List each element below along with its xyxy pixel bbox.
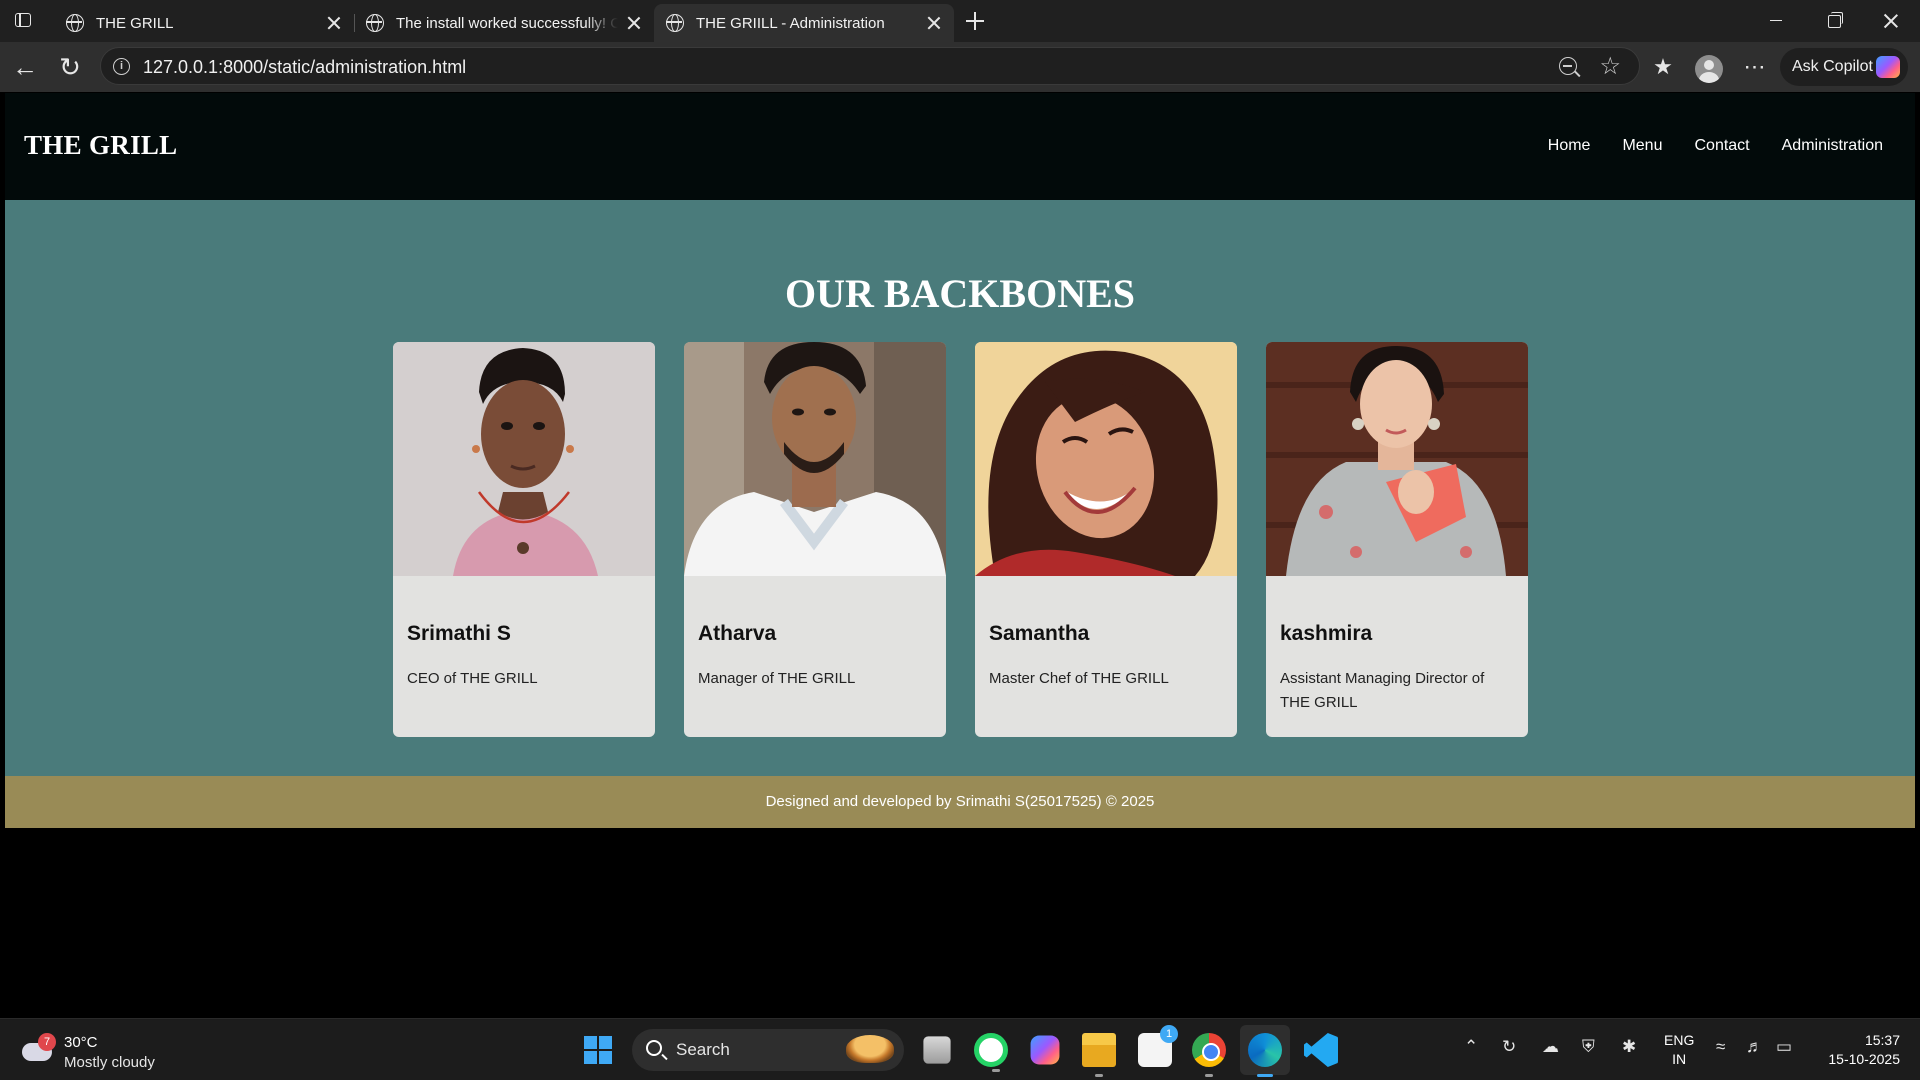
member-photo: [393, 342, 655, 576]
vscode-icon[interactable]: [1304, 1033, 1338, 1067]
site-header: THE GRILL Home Menu Contact Administrati…: [5, 93, 1915, 200]
site-nav: Home Menu Contact Administration: [1548, 137, 1883, 155]
globe-icon: [366, 14, 384, 32]
browser-toolbar: ← ↻ i 127.0.0.1:8000/static/administrati…: [0, 42, 1920, 92]
copilot-icon: [1876, 56, 1900, 78]
search-icon: [646, 1040, 662, 1056]
nav-home[interactable]: Home: [1548, 137, 1591, 155]
member-photo: [684, 342, 946, 576]
member-card: kashmira Assistant Managing Director of …: [1266, 342, 1528, 737]
windows-taskbar: 7 30°C Mostly cloudy Search 1 ⌃ ↻ ☁ ⛨ ✱ …: [0, 1018, 1920, 1080]
copilot-label: Ask Copilot: [1792, 58, 1873, 75]
weather-condition: Mostly cloudy: [64, 1054, 155, 1071]
search-label: Search: [676, 1040, 730, 1059]
clock-time: 15:37: [1864, 1032, 1900, 1048]
member-role: Assistant Managing Director of THE GRILL: [1280, 670, 1485, 711]
member-role: Manager of THE GRILL: [698, 670, 856, 687]
weather-badge: 7: [38, 1033, 56, 1051]
language-code: ENG: [1664, 1032, 1695, 1048]
security-shield-icon[interactable]: ⛨: [1582, 1037, 1595, 1057]
restore-button[interactable]: [1810, 6, 1856, 36]
close-window-button[interactable]: [1868, 6, 1914, 36]
member-photo: [1266, 342, 1528, 576]
site-info-icon[interactable]: i: [113, 58, 130, 75]
microsoft-store-icon[interactable]: 1: [1138, 1025, 1178, 1067]
reload-button[interactable]: ↻: [55, 52, 85, 82]
ask-copilot-button[interactable]: Ask Copilot: [1780, 48, 1908, 86]
show-hidden-icons-icon[interactable]: ⌃: [1464, 1037, 1478, 1057]
tab-title: The install worked successfully! Congrat…: [396, 14, 618, 32]
browser-tab-bar: THE GRILL The install worked successfull…: [0, 0, 1920, 42]
battery-icon[interactable]: ▭: [1776, 1037, 1792, 1057]
language-indicator[interactable]: ENG IN: [1664, 1031, 1694, 1069]
weather-temperature: 30°C: [64, 1034, 98, 1051]
tab-actions-icon[interactable]: [12, 10, 36, 32]
close-tab-icon[interactable]: [326, 15, 342, 31]
taskbar-search[interactable]: Search: [632, 1029, 904, 1071]
task-view-icon[interactable]: [923, 1036, 951, 1064]
bluetooth-icon[interactable]: ✱: [1622, 1037, 1636, 1057]
system-clock[interactable]: 15:37 15-10-2025: [1814, 1031, 1900, 1069]
tab-title: THE GRIILL - Administration: [696, 14, 885, 32]
new-tab-button[interactable]: [962, 8, 988, 34]
file-explorer-icon[interactable]: [1082, 1033, 1116, 1077]
copilot-app-icon[interactable]: [1030, 1035, 1060, 1065]
chrome-icon[interactable]: [1192, 1033, 1226, 1077]
nav-contact[interactable]: Contact: [1694, 137, 1749, 155]
member-photo: [975, 342, 1237, 576]
backbones-section: OUR BACKBONES Srimathi S CEO of THE GRIL…: [5, 200, 1915, 776]
tab-the-grill[interactable]: THE GRILL: [54, 4, 355, 42]
member-role: Master Chef of THE GRILL: [989, 670, 1169, 687]
back-button[interactable]: ←: [10, 52, 40, 82]
section-title: OUR BACKBONES: [784, 271, 1136, 316]
close-tab-icon[interactable]: [926, 15, 942, 31]
sync-icon[interactable]: ↻: [1502, 1037, 1516, 1057]
member-name: kashmira: [1280, 622, 1373, 645]
whatsapp-icon[interactable]: [974, 1033, 1008, 1072]
globe-icon: [666, 14, 684, 32]
nav-administration[interactable]: Administration: [1782, 137, 1883, 155]
favorite-star-icon[interactable]: ☆: [1599, 52, 1621, 81]
wifi-icon[interactable]: ≈: [1716, 1037, 1725, 1057]
favorites-icon[interactable]: ★: [1648, 52, 1678, 82]
member-card: Samantha Master Chef of THE GRILL: [975, 342, 1237, 737]
address-bar[interactable]: i 127.0.0.1:8000/static/administration.h…: [100, 47, 1640, 85]
edge-icon[interactable]: [1248, 1033, 1282, 1077]
zoom-icon[interactable]: [1559, 57, 1577, 75]
site-brand[interactable]: THE GRILL: [24, 130, 178, 161]
member-role: CEO of THE GRILL: [407, 670, 538, 687]
member-card: Atharva Manager of THE GRILL: [684, 342, 946, 737]
store-badge: 1: [1160, 1025, 1178, 1043]
tab-administration[interactable]: THE GRIILL - Administration: [654, 4, 954, 42]
nav-menu[interactable]: Menu: [1622, 137, 1662, 155]
weather-widget[interactable]: 7 30°C Mostly cloudy: [22, 1033, 172, 1073]
close-tab-icon[interactable]: [626, 15, 642, 31]
address-url[interactable]: 127.0.0.1:8000/static/administration.htm…: [143, 57, 466, 78]
globe-icon: [66, 14, 84, 32]
profile-avatar[interactable]: [1695, 55, 1723, 83]
search-highlight-icon: [846, 1035, 894, 1063]
member-card: Srimathi S CEO of THE GRILL: [393, 342, 655, 737]
web-page: THE GRILL Home Menu Contact Administrati…: [5, 93, 1915, 1016]
start-button[interactable]: [584, 1036, 613, 1065]
member-name: Atharva: [698, 622, 777, 645]
member-name: Srimathi S: [407, 622, 511, 645]
volume-icon[interactable]: ♬: [1746, 1037, 1763, 1057]
tab-title: THE GRILL: [96, 14, 174, 32]
member-name: Samantha: [989, 622, 1090, 645]
tab-install-worked[interactable]: The install worked successfully! Congrat…: [354, 4, 654, 42]
region-code: IN: [1672, 1051, 1687, 1067]
site-footer: Designed and developed by Srimathi S(250…: [5, 776, 1915, 828]
minimize-button[interactable]: [1752, 6, 1798, 36]
onedrive-icon[interactable]: ☁: [1542, 1037, 1559, 1057]
more-options-icon[interactable]: ⋯: [1740, 52, 1770, 82]
clock-date: 15-10-2025: [1828, 1051, 1900, 1067]
